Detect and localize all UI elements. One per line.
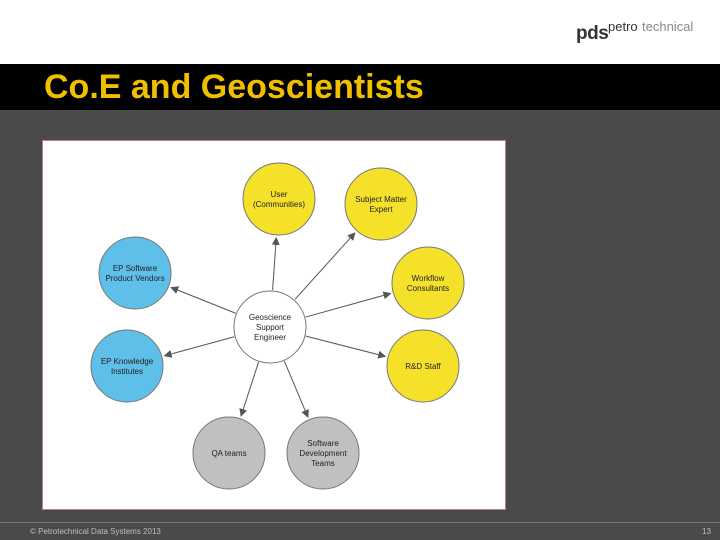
logo-pds-text: pds bbox=[576, 23, 609, 44]
node-rd-label: R&D Staff bbox=[405, 362, 441, 371]
node-workflow-label: Consultants bbox=[407, 284, 449, 293]
node-epki-circle bbox=[90, 329, 164, 403]
logo-petro-text: petro bbox=[608, 19, 638, 34]
logo-technical-text: technical bbox=[642, 19, 694, 34]
node-qa: QA teams bbox=[192, 416, 266, 490]
node-user-label: (Communities) bbox=[253, 200, 305, 209]
node-epki-label: Institutes bbox=[111, 367, 143, 376]
copyright-text: © Petrotechnical Data Systems 2013 bbox=[30, 527, 161, 536]
node-swdev-label: Software bbox=[307, 439, 339, 448]
node-epsw: EP SoftwareProduct Vendors bbox=[98, 236, 172, 310]
node-sme-label: Expert bbox=[369, 205, 393, 214]
node-swdev-label: Development bbox=[299, 449, 347, 458]
node-qa-label: QA teams bbox=[211, 449, 246, 458]
node-swdev-label: Teams bbox=[311, 459, 335, 468]
arrow-to-sme bbox=[294, 232, 356, 300]
node-workflow-circle bbox=[391, 246, 465, 320]
diagram-svg: GeoscienceSupportEngineer User(Communitie… bbox=[90, 162, 465, 490]
node-user: User(Communities) bbox=[242, 162, 316, 236]
arrow-to-epki bbox=[163, 336, 235, 358]
node-user-label: User bbox=[271, 190, 288, 199]
node-geoscience-support-engineer-label: Engineer bbox=[254, 333, 286, 342]
node-rd: R&D Staff bbox=[386, 329, 460, 403]
node-epki-label: EP Knowledge bbox=[101, 357, 154, 366]
node-sme-label: Subject Matter bbox=[355, 195, 407, 204]
node-workflow-label: Workflow bbox=[412, 274, 445, 283]
arrow-to-workflow bbox=[305, 291, 392, 318]
node-geoscience-support-engineer: GeoscienceSupportEngineer bbox=[233, 290, 307, 364]
node-sme-circle bbox=[344, 167, 418, 241]
node-swdev: SoftwareDevelopmentTeams bbox=[286, 416, 360, 490]
arrow-to-epsw bbox=[170, 286, 236, 314]
node-epsw-label: Product Vendors bbox=[105, 274, 164, 283]
arrow-to-rd bbox=[305, 335, 387, 359]
node-epsw-label: EP Software bbox=[113, 264, 158, 273]
node-epsw-circle bbox=[98, 236, 172, 310]
arrow-to-user bbox=[271, 236, 280, 291]
diagram-frame: Geoscience Support Engineer User (Communitie… bbox=[42, 140, 506, 510]
node-geoscience-support-engineer-label: Geoscience bbox=[249, 313, 292, 322]
node-user-circle bbox=[242, 162, 316, 236]
page-number: 13 bbox=[702, 527, 711, 536]
slide-title: Co.E and Geoscientists bbox=[44, 68, 424, 106]
node-workflow: WorkflowConsultants bbox=[391, 246, 465, 320]
node-geoscience-support-engineer-label: Support bbox=[256, 323, 285, 332]
arrow-to-swdev bbox=[283, 360, 309, 418]
node-sme: Subject MatterExpert bbox=[344, 167, 418, 241]
arrow-to-qa bbox=[239, 362, 260, 417]
node-epki: EP KnowledgeInstitutes bbox=[90, 329, 164, 403]
